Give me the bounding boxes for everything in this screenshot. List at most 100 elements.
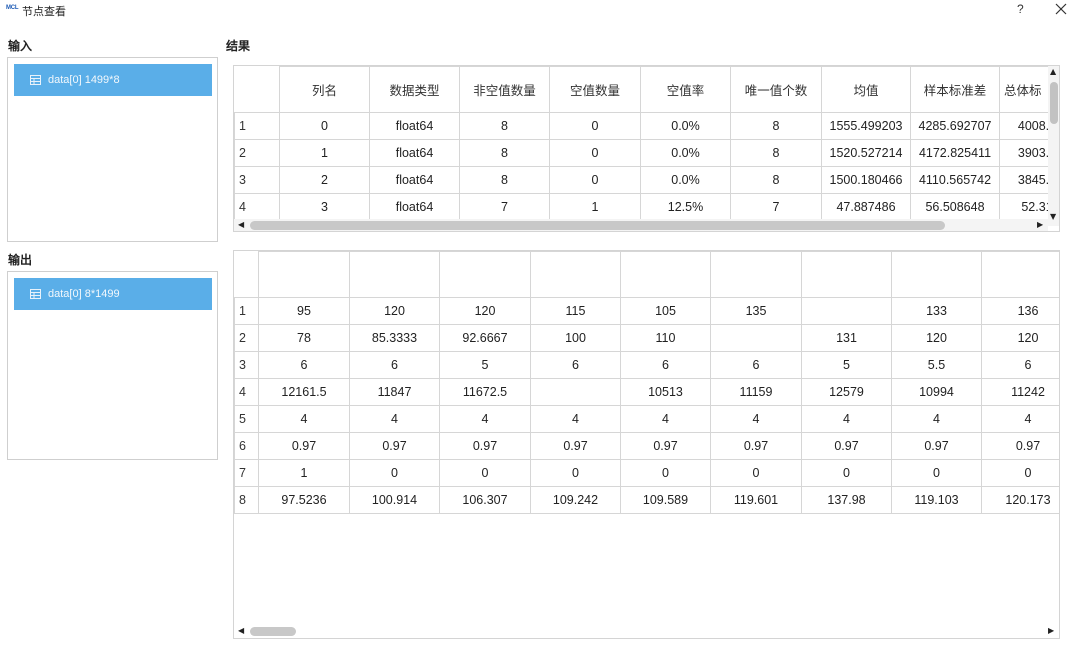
output-table-cell[interactable]: 10994	[891, 378, 982, 406]
result-table-cell[interactable]: 1555.499203	[821, 112, 911, 140]
output-table-row[interactable]: 1 95 120 120 115 105 135 133 136	[234, 297, 1059, 325]
output-table-cell[interactable]: 95	[258, 297, 350, 325]
output-table-row[interactable]: 2 78 85.3333 92.6667 100 110 131 120 120	[234, 324, 1059, 352]
output-table-cell[interactable]: 11242	[981, 378, 1059, 406]
output-table-cell[interactable]	[710, 324, 802, 352]
output-table-cell[interactable]: 6	[258, 351, 350, 379]
output-table-cell[interactable]: 85.3333	[349, 324, 440, 352]
column-header[interactable]	[349, 251, 440, 298]
output-table-cell[interactable]: 1	[258, 459, 350, 487]
output-table-cell[interactable]: 137.98	[801, 486, 892, 514]
output-table-cell[interactable]: 0	[620, 459, 711, 487]
output-table-cell[interactable]: 131	[801, 324, 892, 352]
output-table-cell[interactable]: 109.589	[620, 486, 711, 514]
output-table-cell[interactable]: 4	[349, 405, 440, 433]
result-horizontal-scrollbar[interactable]: ◀ ▶	[234, 219, 1048, 231]
output-table-cell[interactable]: 0	[349, 459, 440, 487]
output-table-cell[interactable]: 12161.5	[258, 378, 350, 406]
output-table-cell[interactable]: 0	[801, 459, 892, 487]
output-table-cell[interactable]: 0	[439, 459, 531, 487]
result-table-row[interactable]: 3 2 float64 8 0 0.0% 8 1500.180466 4110.565742 38…	[234, 166, 1059, 194]
result-table-cell[interactable]: float64	[369, 166, 460, 194]
result-table-cell[interactable]: 8	[730, 166, 822, 194]
result-table-cell[interactable]: 8	[730, 139, 822, 167]
row-number[interactable]: 4	[234, 193, 280, 221]
result-table-cell[interactable]: float64	[369, 112, 460, 140]
column-header[interactable]	[439, 251, 531, 298]
result-table-cell[interactable]: 7	[459, 193, 550, 221]
output-table-cell[interactable]: 0.97	[349, 432, 440, 460]
output-table-cell[interactable]: 120	[349, 297, 440, 325]
result-table-row[interactable]: 4 3 float64 7 1 12.5% 7 47.887486 56.508648 52.31	[234, 193, 1059, 221]
result-table-cell[interactable]: 8	[459, 139, 550, 167]
output-table-row[interactable]: 5444444444	[234, 405, 1059, 433]
result-vertical-thumb[interactable]	[1050, 82, 1058, 124]
output-dataset-item[interactable]: data[0] 8*1499	[14, 278, 212, 310]
output-table-cell[interactable]: 6	[620, 351, 711, 379]
row-number[interactable]: 2	[234, 139, 280, 167]
output-table-row[interactable]: 6 0.97 0.97 0.97 0.97 0.97 0.97 0.97 0.97 0.97	[234, 432, 1059, 460]
row-number[interactable]: 1	[234, 112, 280, 140]
output-table-cell[interactable]: 4	[981, 405, 1059, 433]
result-table-cell[interactable]: 1500.180466	[821, 166, 911, 194]
output-table-cell[interactable]: 100.914	[349, 486, 440, 514]
output-table-cell[interactable]: 136	[981, 297, 1059, 325]
output-table-cell[interactable]: 0	[981, 459, 1059, 487]
column-header[interactable]	[801, 251, 892, 298]
result-table-cell[interactable]: 0	[279, 112, 370, 140]
row-number[interactable]: 6	[234, 432, 259, 460]
result-table-cell[interactable]: 0.0%	[640, 139, 731, 167]
column-header[interactable]: 数据类型	[369, 66, 460, 113]
result-table-cell[interactable]: 0.0%	[640, 112, 731, 140]
output-table-cell[interactable]: 10513	[620, 378, 711, 406]
output-table-cell[interactable]: 105	[620, 297, 711, 325]
result-table-cell[interactable]: 8	[459, 166, 550, 194]
result-table-cell[interactable]: 47.887486	[821, 193, 911, 221]
result-table-cell[interactable]: 0	[549, 139, 641, 167]
result-table-cell[interactable]: 12.5%	[640, 193, 731, 221]
output-table-cell[interactable]: 120	[439, 297, 531, 325]
output-table-cell[interactable]: 6	[981, 351, 1059, 379]
output-table-cell[interactable]: 0.97	[891, 432, 982, 460]
output-table-cell[interactable]: 5.5	[891, 351, 982, 379]
output-table-cell[interactable]: 119.103	[891, 486, 982, 514]
result-table-cell[interactable]: 4110.565742	[910, 166, 1000, 194]
output-table-cell[interactable]: 4	[258, 405, 350, 433]
output-table-cell[interactable]: 110	[620, 324, 711, 352]
output-table-cell[interactable]: 0.97	[258, 432, 350, 460]
output-table-cell[interactable]: 0.97	[801, 432, 892, 460]
column-header[interactable]: 列名	[279, 66, 370, 113]
output-table-cell[interactable]: 106.307	[439, 486, 531, 514]
close-button[interactable]	[1052, 0, 1070, 18]
scroll-left-icon[interactable]: ◀	[238, 220, 244, 229]
result-table-cell[interactable]: 4172.825411	[910, 139, 1000, 167]
column-header[interactable]	[981, 251, 1059, 298]
column-header[interactable]	[258, 251, 350, 298]
output-table-cell[interactable]: 4	[530, 405, 621, 433]
output-table-cell[interactable]: 12579	[801, 378, 892, 406]
output-table-cell[interactable]: 109.242	[530, 486, 621, 514]
row-number[interactable]: 8	[234, 486, 259, 514]
output-table-cell[interactable]	[801, 297, 892, 325]
output-table-cell[interactable]: 120	[981, 324, 1059, 352]
output-table-cell[interactable]: 0.97	[530, 432, 621, 460]
result-vertical-scrollbar[interactable]: ▲ ▼	[1048, 66, 1059, 226]
output-table-cell[interactable]: 119.601	[710, 486, 802, 514]
row-number[interactable]: 2	[234, 324, 259, 352]
input-dataset-item[interactable]: data[0] 1499*8	[14, 64, 212, 96]
output-table-cell[interactable]: 4	[891, 405, 982, 433]
output-table-cell[interactable]: 6	[710, 351, 802, 379]
output-table-cell[interactable]: 11847	[349, 378, 440, 406]
output-table-cell[interactable]: 0	[891, 459, 982, 487]
output-table-cell[interactable]: 0.97	[620, 432, 711, 460]
column-header[interactable]	[620, 251, 711, 298]
output-table-cell[interactable]: 4	[801, 405, 892, 433]
output-table-cell[interactable]: 92.6667	[439, 324, 531, 352]
output-table-cell[interactable]	[530, 378, 621, 406]
scroll-down-icon[interactable]: ▼	[1050, 212, 1056, 221]
result-table-cell[interactable]: 1520.527214	[821, 139, 911, 167]
output-table-cell[interactable]: 0.97	[439, 432, 531, 460]
scroll-up-icon[interactable]: ▲	[1050, 67, 1056, 76]
output-table-row[interactable]: 4 12161.5 11847 11672.5 10513 11159 12579 10994…	[234, 378, 1059, 406]
column-header[interactable]	[710, 251, 802, 298]
